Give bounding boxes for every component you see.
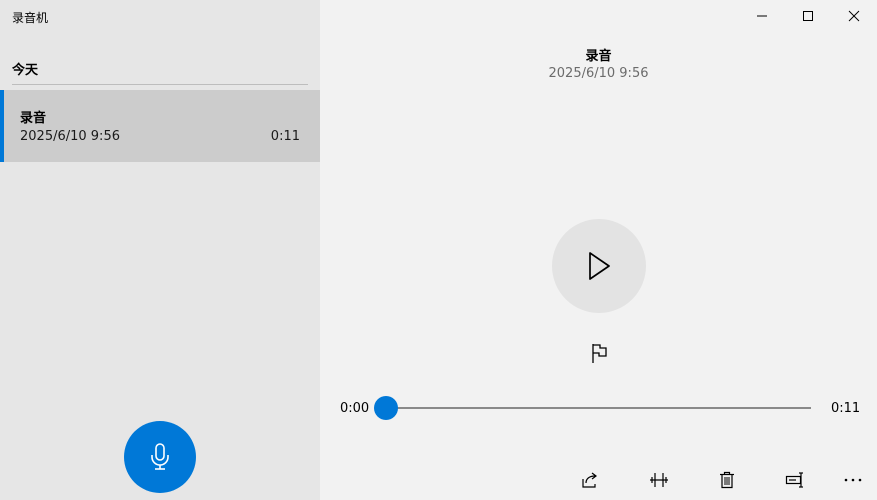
play-button[interactable] — [552, 219, 646, 313]
close-button[interactable] — [831, 0, 877, 32]
selection-indicator — [0, 90, 4, 162]
maximize-icon — [803, 11, 813, 21]
group-header-today: 今天 — [12, 63, 39, 78]
recording-duration: 0:11 — [270, 129, 300, 144]
delete-icon — [720, 471, 734, 489]
add-marker-button[interactable] — [586, 339, 614, 367]
close-icon — [848, 10, 860, 22]
app-title: 录音机 — [12, 11, 49, 25]
total-duration: 0:11 — [831, 401, 861, 416]
player-title: 录音 — [585, 49, 612, 64]
maximize-button[interactable] — [785, 0, 831, 32]
seek-track[interactable] — [386, 407, 811, 409]
more-icon — [844, 478, 862, 482]
share-button[interactable] — [572, 466, 608, 494]
recording-list-item[interactable]: 录音 2025/6/10 9:56 0:11 — [0, 90, 320, 162]
share-icon — [582, 472, 597, 488]
window-controls — [739, 0, 877, 32]
recording-date: 2025/6/10 9:56 — [20, 129, 120, 144]
record-button[interactable] — [124, 421, 196, 493]
microphone-icon — [151, 443, 169, 470]
player-date: 2025/6/10 9:56 — [548, 66, 649, 81]
delete-button[interactable] — [709, 466, 745, 494]
trim-button[interactable] — [641, 466, 677, 494]
trim-icon — [650, 473, 668, 487]
rename-icon — [785, 472, 803, 488]
minimize-icon — [757, 15, 767, 17]
group-divider — [12, 84, 308, 85]
current-time: 0:00 — [340, 401, 370, 416]
rename-button[interactable] — [777, 466, 813, 494]
minimize-button[interactable] — [739, 0, 785, 32]
play-icon — [589, 252, 610, 280]
recording-name: 录音 — [20, 111, 47, 126]
flag-icon — [592, 344, 607, 363]
seek-thumb[interactable] — [374, 396, 398, 420]
recordings-pane: 录音机 今天 录音 2025/6/10 9:56 0:11 — [0, 0, 320, 500]
more-button[interactable] — [835, 466, 871, 494]
